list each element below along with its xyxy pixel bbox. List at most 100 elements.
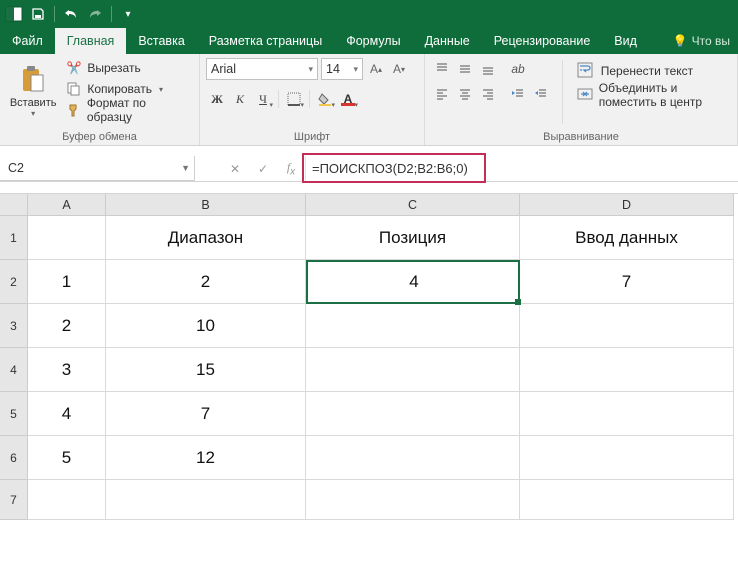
wrap-text-button[interactable]: Перенести текст [573,60,731,82]
tab-review[interactable]: Рецензирование [482,28,603,54]
formula-bar[interactable]: =ПОИСКПОЗ(D2;B2:B6;0) [306,156,738,181]
brush-icon [66,102,81,118]
increase-indent-button[interactable] [530,83,552,105]
qat-customize-icon[interactable]: ▾ [118,4,138,24]
row-header-2[interactable]: 2 [0,260,28,304]
name-box-value: C2 [8,161,24,175]
font-size-combo[interactable]: 14▾ [321,58,363,80]
align-group-label: Выравнивание [425,130,737,145]
font-color-button[interactable]: A ▾ [337,88,359,110]
cell-C5[interactable] [306,392,520,436]
tell-me-label: Что вы [692,34,730,48]
col-header-A[interactable]: A [28,194,106,216]
cell-B1[interactable]: Диапазон [106,216,306,260]
col-header-C[interactable]: C [306,194,520,216]
row-header-7[interactable]: 7 [0,480,28,520]
row-header-4[interactable]: 4 [0,348,28,392]
merge-center-button[interactable]: Объединить и поместить в центр [573,84,731,106]
cell-C2[interactable]: 4 [306,260,520,304]
cut-label: Вырезать [87,61,140,75]
save-icon[interactable] [28,4,48,24]
tab-data[interactable]: Данные [413,28,482,54]
orientation-button[interactable]: ab [507,58,529,80]
align-center-button[interactable] [454,83,476,105]
align-left-button[interactable] [431,83,453,105]
cell-D3[interactable] [520,304,734,348]
select-all-corner[interactable] [0,194,28,216]
align-right-button[interactable] [477,83,499,105]
enter-formula-button[interactable]: ✓ [249,156,277,181]
cell-C4[interactable] [306,348,520,392]
align-middle-button[interactable] [454,58,476,80]
wrap-icon [577,62,595,80]
shrink-font-button[interactable]: A▾ [389,58,409,80]
col-header-B[interactable]: B [106,194,306,216]
cell-D2[interactable]: 7 [520,260,734,304]
worksheet-grid[interactable]: A B C D 1 Диапазон Позиция Ввод данных 2… [0,194,738,520]
cell-A7[interactable] [28,480,106,520]
cell-D5[interactable] [520,392,734,436]
paste-button[interactable]: Вставить ▾ [6,58,60,124]
align-top-button[interactable] [431,58,453,80]
row-header-6[interactable]: 6 [0,436,28,480]
bulb-icon: 💡 [673,34,688,48]
tab-home[interactable]: Главная [55,28,127,54]
cell-A4[interactable]: 3 [28,348,106,392]
font-group-label: Шрифт [200,130,424,145]
row-header-5[interactable]: 5 [0,392,28,436]
decrease-indent-button[interactable] [507,83,529,105]
cell-D4[interactable] [520,348,734,392]
cell-D7[interactable] [520,480,734,520]
cell-C3[interactable] [306,304,520,348]
italic-button[interactable]: К [229,88,251,110]
border-button[interactable]: ▾ [283,88,305,110]
tab-file[interactable]: Файл [0,28,55,54]
fill-color-button[interactable]: ▾ [314,88,336,110]
tab-formulas[interactable]: Формулы [334,28,412,54]
tab-view[interactable]: Вид [602,28,649,54]
paste-label: Вставить [10,97,57,109]
cell-B4[interactable]: 15 [106,348,306,392]
col-header-D[interactable]: D [520,194,734,216]
align-bottom-button[interactable] [477,58,499,80]
cell-B3[interactable]: 10 [106,304,306,348]
formula-text: =ПОИСКПОЗ(D2;B2:B6;0) [312,161,468,176]
copy-icon [66,81,82,97]
clipboard-group-label: Буфер обмена [0,130,199,145]
chevron-down-icon: ▼ [181,163,190,173]
merge-label: Объединить и поместить в центр [599,81,727,109]
cell-B5[interactable]: 7 [106,392,306,436]
bold-button[interactable]: Ж [206,88,228,110]
cell-C1[interactable]: Позиция [306,216,520,260]
cell-A5[interactable]: 4 [28,392,106,436]
undo-icon[interactable] [61,4,81,24]
row-header-3[interactable]: 3 [0,304,28,348]
insert-function-button[interactable]: fx [277,156,305,181]
cell-D6[interactable] [520,436,734,480]
row-header-1[interactable]: 1 [0,216,28,260]
formula-bar-row: C2 ▼ ✕ ✓ fx =ПОИСКПОЗ(D2;B2:B6;0) [0,156,738,182]
cell-B6[interactable]: 12 [106,436,306,480]
tell-me[interactable]: 💡 Что вы [665,28,738,54]
cell-A3[interactable]: 2 [28,304,106,348]
tab-insert[interactable]: Вставка [126,28,196,54]
cut-button[interactable]: ✂️ Вырезать [64,58,193,78]
format-painter-button[interactable]: Формат по образцу [64,100,193,120]
redo-icon[interactable] [85,4,105,24]
grow-font-button[interactable]: A▴ [366,58,386,80]
cancel-formula-button[interactable]: ✕ [221,156,249,181]
name-box[interactable]: C2 ▼ [0,156,195,181]
cell-B2[interactable]: 2 [106,260,306,304]
font-name-combo[interactable]: Arial▾ [206,58,318,80]
tab-layout[interactable]: Разметка страницы [197,28,334,54]
cell-A2[interactable]: 1 [28,260,106,304]
cell-A6[interactable]: 5 [28,436,106,480]
cell-A1[interactable] [28,216,106,260]
underline-button[interactable]: Ч▾ [252,88,274,110]
cell-C7[interactable] [306,480,520,520]
cell-C6[interactable] [306,436,520,480]
excel-icon [4,4,24,24]
cell-D1[interactable]: Ввод данных [520,216,734,260]
cell-B7[interactable] [106,480,306,520]
merge-icon [577,86,593,104]
